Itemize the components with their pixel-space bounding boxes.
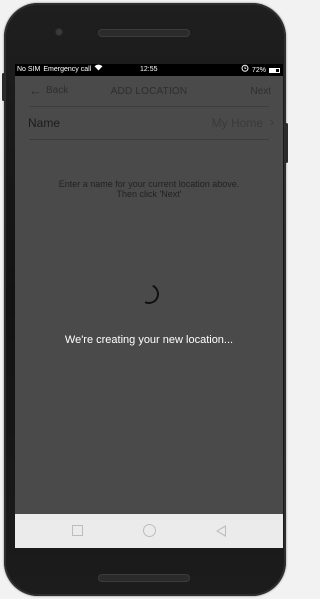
power-button	[285, 123, 288, 163]
earpiece-speaker	[98, 29, 190, 37]
name-field-row[interactable]: Name My Home ›	[15, 107, 283, 139]
status-bar: No SIM Emergency call 12:55 72%	[15, 64, 283, 76]
name-input[interactable]: My Home	[212, 116, 263, 130]
wifi-icon	[94, 64, 103, 76]
loading-message: We're creating your new location...	[64, 334, 234, 346]
system-nav-bar	[15, 514, 283, 548]
battery-percent: 72%	[251, 66, 266, 74]
home-icon[interactable]	[143, 524, 156, 537]
loading-spinner-icon	[136, 281, 162, 307]
clock: 12:55	[140, 66, 158, 73]
battery-icon	[269, 68, 280, 73]
name-label: Name	[28, 116, 61, 130]
volume-button	[2, 73, 5, 101]
page-title: ADD LOCATION	[110, 86, 188, 97]
front-camera	[56, 29, 62, 35]
screen: No SIM Emergency call 12:55 72% ← Back A…	[15, 64, 283, 548]
recents-icon[interactable]	[72, 525, 83, 536]
hint-text: Enter a name for your current location a…	[58, 179, 240, 199]
app-toolbar: ← Back ADD LOCATION Next	[15, 76, 283, 106]
back-triangle-icon[interactable]	[216, 525, 226, 537]
carrier-text: No SIM	[17, 66, 41, 73]
bottom-speaker	[98, 574, 190, 582]
divider	[29, 139, 269, 140]
chevron-right-icon: ›	[270, 115, 274, 129]
next-button[interactable]: Next	[250, 86, 271, 97]
emergency-text: Emergency call	[43, 66, 92, 73]
